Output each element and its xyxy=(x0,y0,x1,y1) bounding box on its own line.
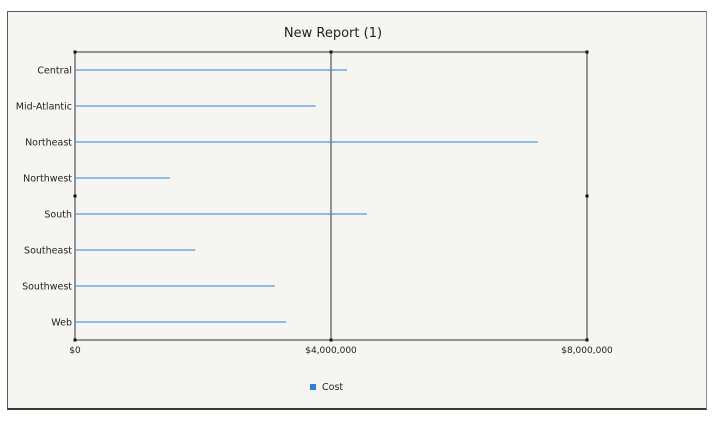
frame-marker xyxy=(585,194,589,198)
frame-marker xyxy=(73,194,77,198)
frame-marker xyxy=(585,50,589,54)
category-label: Northwest xyxy=(23,174,72,185)
category-label: South xyxy=(44,210,72,221)
bar-chart: New Report (1) Central Mid-Atlantic Northe… xyxy=(16,26,613,393)
x-tick-label: $8,000,000 xyxy=(561,346,613,356)
category-label: Southeast xyxy=(24,246,72,257)
report-panel: New Report (1) Central Mid-Atlantic Northe… xyxy=(7,11,707,410)
frame-marker xyxy=(73,338,77,342)
category-label: Southwest xyxy=(22,282,72,293)
x-tick-label: $0 xyxy=(69,346,81,356)
x-tick-labels: $0 $4,000,000 $8,000,000 xyxy=(69,346,613,356)
category-label: Mid-Atlantic xyxy=(16,102,72,113)
legend-swatch xyxy=(310,384,316,390)
category-label: Central xyxy=(37,66,72,77)
frame-marker xyxy=(585,338,589,342)
frame-marker xyxy=(73,50,77,54)
bars xyxy=(75,69,538,323)
category-label: Web xyxy=(51,318,72,329)
category-label: Northeast xyxy=(25,138,72,149)
x-tick-label: $4,000,000 xyxy=(305,346,357,356)
legend-label: Cost xyxy=(322,382,343,393)
chart-title: New Report (1) xyxy=(284,26,382,41)
legend: Cost xyxy=(310,382,343,393)
category-labels: Central Mid-Atlantic Northeast Northwest Sou… xyxy=(16,66,72,329)
